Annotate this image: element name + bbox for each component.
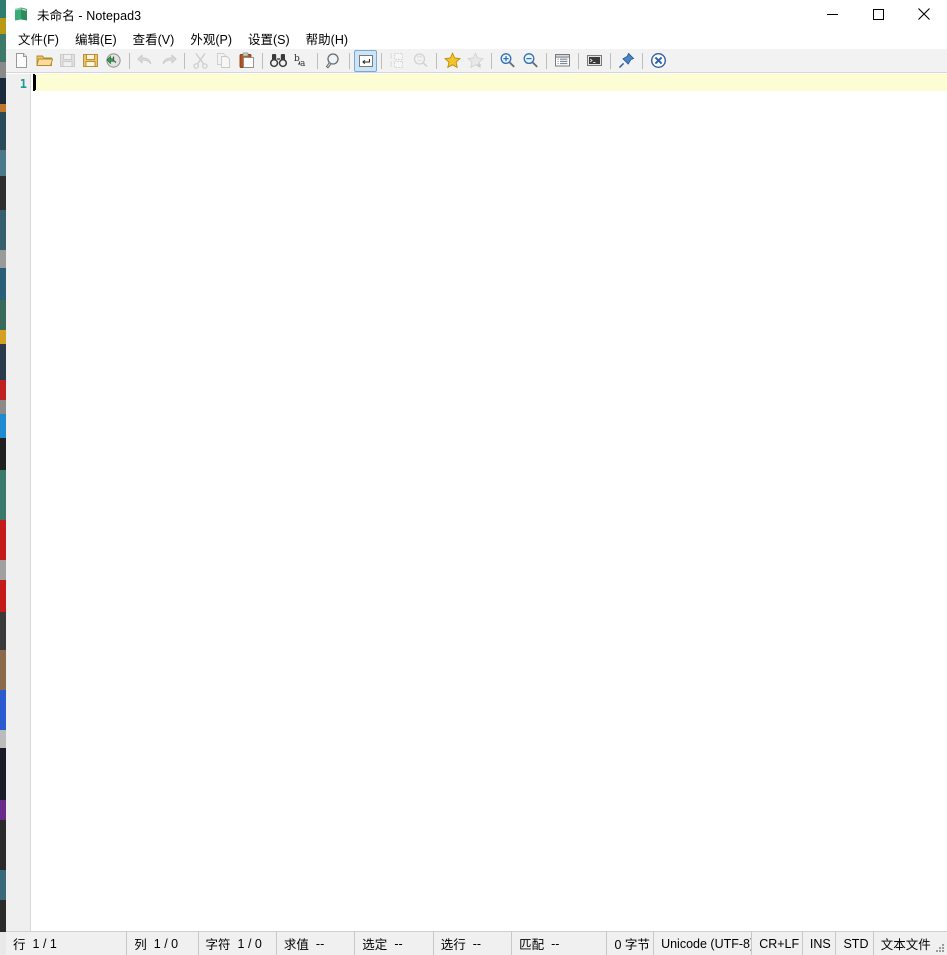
open-folder-icon[interactable] [33, 50, 56, 72]
editor-area[interactable]: 1 [6, 74, 947, 931]
add-favorite-icon[interactable] [464, 50, 487, 72]
scheme-icon[interactable] [551, 50, 574, 72]
find-icon[interactable] [267, 50, 290, 72]
toolbar-separator [349, 52, 350, 69]
toolbar-separator [578, 52, 579, 69]
status-selected-lines-cell[interactable]: 选行 -- [434, 932, 513, 955]
status-line-cell[interactable]: 行 1 / 1 [6, 932, 128, 955]
word-wrap-icon[interactable] [354, 49, 377, 72]
status-encoding-cell[interactable]: Unicode (UTF-8) [654, 932, 753, 955]
favorite-star-icon[interactable] [441, 50, 464, 72]
menu-help[interactable]: 帮助(H) [298, 27, 356, 51]
status-bar: 行 1 / 1 列 1 / 0 字符 1 / 0 求值 -- 选定 -- 选行 … [6, 931, 947, 955]
status-selection-cell[interactable]: 选定 -- [355, 932, 434, 955]
notepad3-book-icon [13, 6, 29, 22]
toolbar-separator [262, 52, 263, 69]
toolbar-separator [642, 52, 643, 69]
close-button[interactable] [901, 0, 947, 28]
status-eval-cell[interactable]: 求值 -- [277, 932, 356, 955]
status-file-type-cell[interactable]: 文本文件 [874, 932, 933, 955]
replace-icon[interactable]: b a [290, 50, 313, 72]
status-column-label: 列 [134, 938, 147, 952]
status-selection-label: 选定 [362, 938, 388, 952]
status-chars-label: 字符 [205, 938, 231, 952]
status-line-label: 行 [13, 938, 26, 952]
toolbar-separator [610, 52, 611, 69]
status-chars-cell[interactable]: 字符 1 / 0 [199, 932, 277, 955]
resize-grip-icon[interactable] [933, 932, 947, 955]
new-file-icon[interactable] [10, 50, 33, 72]
current-line-highlight [33, 74, 947, 91]
revert-icon[interactable] [102, 50, 125, 72]
exit-icon[interactable] [647, 50, 670, 72]
menu-file[interactable]: 文件(F) [10, 27, 67, 51]
status-matches-label: 匹配 [519, 938, 545, 952]
status-eval-label: 求值 [283, 938, 309, 952]
cut-icon[interactable] [189, 50, 212, 72]
line-number-gutter: 1 [6, 74, 30, 931]
text-input-area[interactable] [33, 74, 947, 931]
status-column-cell[interactable]: 列 1 / 0 [127, 932, 199, 955]
menu-bar: 文件(F) 编辑(E) 查看(V) 外观(P) 设置(S) 帮助(H) [6, 28, 947, 49]
title-bar: 未命名 - Notepad3 [6, 0, 947, 28]
redo-icon[interactable] [157, 50, 180, 72]
toolbar-separator [129, 52, 130, 69]
status-eol-cell[interactable]: CR+LF [752, 932, 803, 955]
status-column-value: 1 / 0 [153, 936, 179, 951]
line-number: 1 [19, 77, 27, 91]
zoom-search-icon[interactable] [409, 50, 432, 72]
console-icon[interactable] [583, 50, 606, 72]
status-chars-value: 1 / 0 [237, 936, 262, 951]
menu-view[interactable]: 查看(V) [125, 27, 183, 51]
status-line-value: 1 / 1 [32, 936, 57, 951]
menu-edit[interactable]: 编辑(E) [67, 27, 125, 51]
minimize-button[interactable] [809, 0, 855, 28]
zoom-out-icon[interactable] [519, 50, 542, 72]
compare-files-icon[interactable] [386, 50, 409, 72]
menu-settings[interactable]: 设置(S) [240, 27, 298, 51]
maximize-button[interactable] [855, 0, 901, 28]
status-insert-mode-cell[interactable]: INS [803, 932, 837, 955]
toolbar-separator [436, 52, 437, 69]
zoom-page-icon[interactable] [322, 50, 345, 72]
save-icon[interactable] [56, 50, 79, 72]
toolbar-separator [184, 52, 185, 69]
save-as-icon[interactable] [79, 50, 102, 72]
toolbar-separator [317, 52, 318, 69]
toolbar: b a [6, 49, 947, 73]
window-title: 未命名 - Notepad3 [37, 8, 142, 23]
toolbar-separator [546, 52, 547, 69]
paste-icon[interactable] [235, 50, 258, 72]
toolbar-separator [491, 52, 492, 69]
status-std-mode-cell[interactable]: STD [836, 932, 874, 955]
toolbar-separator [381, 52, 382, 69]
always-on-top-icon[interactable] [615, 50, 638, 72]
status-matches-cell[interactable]: 匹配 -- [512, 932, 608, 955]
status-bytes-cell[interactable]: 0 字节 [607, 932, 655, 955]
undo-icon[interactable] [134, 50, 157, 72]
status-matches-value: -- [551, 936, 560, 951]
svg-text:a: a [300, 59, 306, 69]
text-caret [35, 75, 36, 90]
status-selection-value: -- [394, 936, 403, 951]
menu-appearance[interactable]: 外观(P) [182, 27, 240, 51]
status-selected-lines-value: -- [472, 936, 482, 951]
copy-icon[interactable] [212, 50, 235, 72]
status-eval-value: -- [315, 936, 325, 951]
zoom-in-icon[interactable] [496, 50, 519, 72]
window-controls [809, 0, 947, 28]
status-selected-lines-label: 选行 [440, 938, 466, 952]
